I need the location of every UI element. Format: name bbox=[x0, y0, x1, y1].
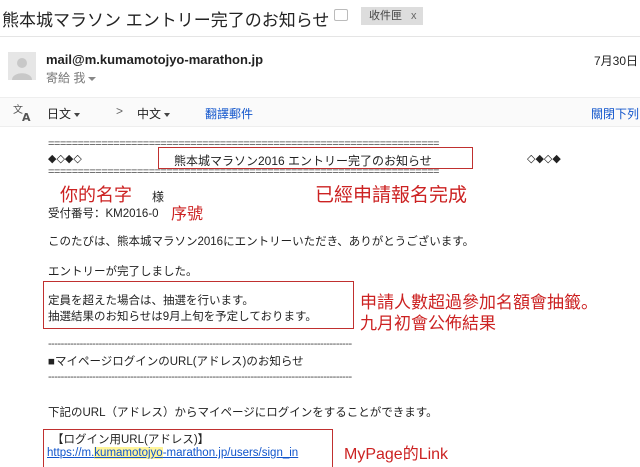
person-icon bbox=[8, 52, 36, 80]
mypage-heading: ■マイページログインのURL(アドレス)のお知らせ bbox=[48, 356, 304, 368]
diamond-ornament: ◆◇◆◇ bbox=[48, 153, 82, 165]
inbox-label-text: 收件匣 bbox=[369, 10, 402, 22]
login-instruction: 下記のURL（アドレス）からマイページにログインをすることができます。 bbox=[48, 407, 438, 419]
separator-line: ========================================… bbox=[48, 166, 439, 178]
chevron-down-icon bbox=[164, 112, 171, 117]
login-url-label: 【ログイン用URL(アドレス)】 bbox=[52, 434, 210, 446]
email-subject: 熊本城マラソン エントリー完了のお知らせ bbox=[2, 11, 330, 30]
label-tag-icon[interactable] bbox=[334, 9, 348, 21]
header-divider bbox=[0, 36, 640, 37]
annotation-your-name: 你的名字 bbox=[60, 185, 132, 205]
entry-complete-text: エントリーが完了しました。 bbox=[48, 266, 198, 278]
lottery-text-1: 定員を超えた場合は、抽選を行います。 bbox=[48, 295, 254, 307]
inbox-label-chip[interactable]: 收件匣 x bbox=[361, 7, 423, 25]
recipient-line[interactable]: 寄給 我 bbox=[46, 69, 97, 86]
name-honorific: 様 bbox=[152, 190, 165, 204]
thanks-text: このたびは、熊本城マラソン2016にエントリーいただき、ありがとうございます。 bbox=[48, 236, 475, 248]
svg-text:A: A bbox=[22, 111, 31, 122]
diamond-ornament: ◇◆◇◆ bbox=[527, 153, 561, 165]
reception-number: 受付番号：KM2016-0 bbox=[48, 208, 159, 220]
chevron-down-icon bbox=[74, 112, 81, 117]
recipient-text: 寄給 我 bbox=[46, 71, 86, 85]
avatar bbox=[8, 52, 36, 80]
turn-off-translation-link[interactable]: 關閉下列 bbox=[591, 105, 639, 122]
chevron-down-icon[interactable] bbox=[88, 76, 97, 81]
target-language-label: 中文 bbox=[137, 107, 162, 121]
separator-line: ----------------------------------------… bbox=[48, 371, 352, 383]
source-language-label: 日文 bbox=[47, 107, 72, 121]
arrow-right-icon: > bbox=[116, 104, 124, 118]
annotation-mypage-link: MyPage的Link bbox=[344, 446, 449, 463]
login-url-highlight: kumamotojyo bbox=[94, 447, 163, 459]
source-language-select[interactable]: 日文 bbox=[47, 105, 81, 122]
separator-line: ----------------------------------------… bbox=[48, 338, 352, 350]
login-url-link[interactable]: https://m.kumamotojyo-marathon.jp/users/… bbox=[47, 447, 298, 459]
annotation-applied: 已經申請報名完成 bbox=[315, 185, 468, 206]
login-url-part: -marathon.jp/users/sign_in bbox=[162, 447, 299, 459]
annotation-result-date: 九月初會公佈結果 bbox=[360, 314, 496, 333]
login-url-part: https://m. bbox=[47, 447, 95, 459]
sender-address[interactable]: mail@m.kumamotojyo-marathon.jp bbox=[46, 52, 263, 67]
remove-label-icon[interactable]: x bbox=[411, 7, 417, 25]
translate-icon: 文 A bbox=[12, 102, 34, 124]
lottery-text-2: 抽選結果のお知らせは9月上旬を予定しております。 bbox=[48, 311, 317, 323]
annotation-serial: 序號 bbox=[171, 206, 204, 223]
translate-bar bbox=[0, 97, 640, 127]
translate-message-link[interactable]: 翻譯郵件 bbox=[205, 105, 253, 122]
message-date: 7月30日 bbox=[594, 54, 639, 68]
target-language-select[interactable]: 中文 bbox=[137, 105, 171, 122]
